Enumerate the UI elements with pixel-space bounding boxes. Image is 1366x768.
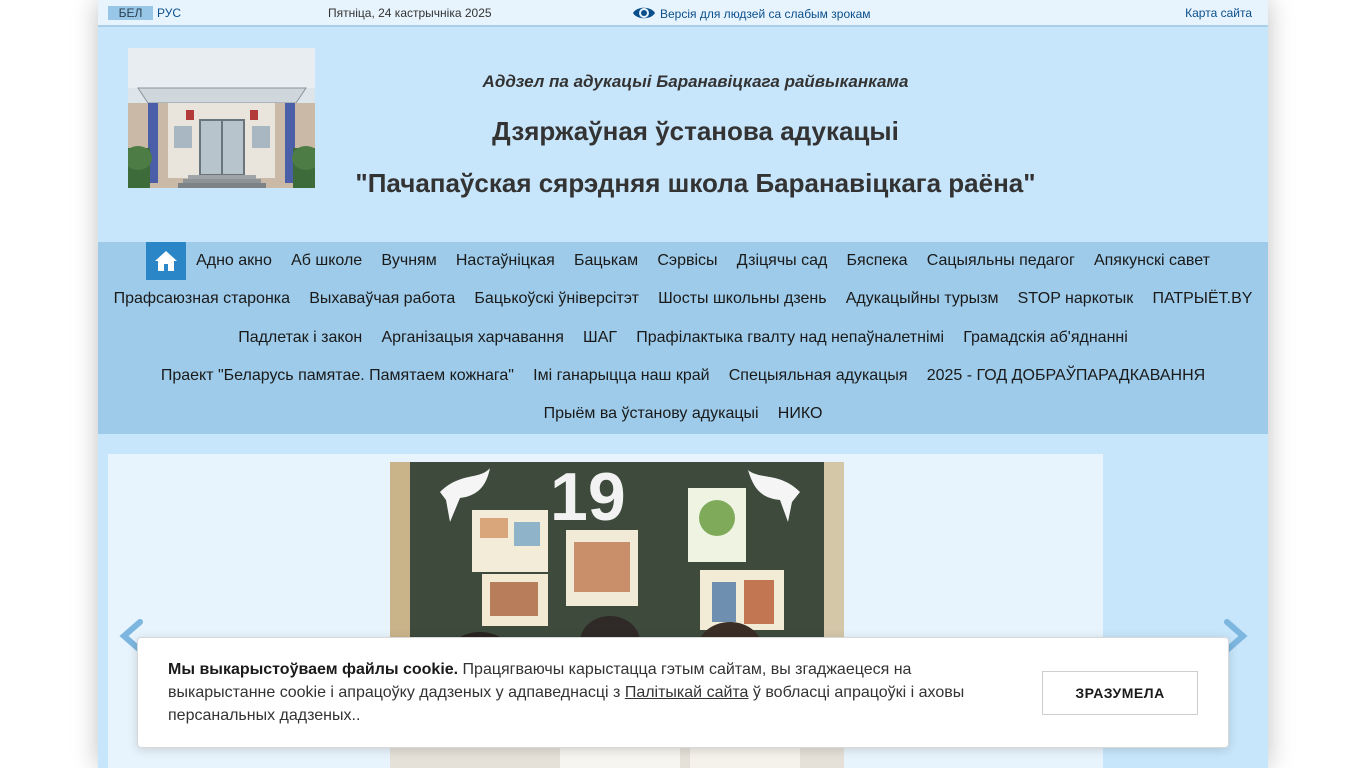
nav-item[interactable]: Сацыяльны педагог — [917, 242, 1084, 280]
home-icon — [155, 251, 178, 271]
nav-item[interactable]: STOP наркотык — [1008, 280, 1143, 318]
nav-item[interactable]: Спецыяльная адукацыя — [719, 357, 917, 395]
nav-item[interactable]: Сэрвісы — [648, 242, 727, 280]
site-header: Аддзел па адукацыі Баранавіцкага райвыка… — [98, 28, 1268, 242]
lang-rus-link[interactable]: РУС — [157, 6, 181, 20]
sitemap-link[interactable]: Карта сайта — [1185, 6, 1252, 20]
institution-type: Дзяржаўная ўстанова адукацыі — [492, 116, 899, 146]
nav-item[interactable]: Падлетак і закон — [229, 319, 372, 357]
nav-item[interactable]: Бацькам — [564, 242, 647, 280]
department-name: Аддзел па адукацыі Баранавіцкага райвыка… — [482, 72, 909, 91]
nav-item[interactable]: Бяспека — [837, 242, 917, 280]
nav-item[interactable]: ШАГ — [573, 319, 626, 357]
nav-item[interactable]: Адукацыйны турызм — [836, 280, 1008, 318]
lang-bel-button[interactable]: БЕЛ — [108, 6, 153, 20]
nav-item[interactable]: Прафілактыка гвалту над непаўналетнімі — [627, 319, 954, 357]
nav-item[interactable]: Аб школе — [282, 242, 372, 280]
nav-item[interactable]: Прафсаюзная старонка — [104, 280, 300, 318]
home-button[interactable] — [146, 242, 187, 280]
nav-item[interactable]: Праект "Беларусь памятае. Памятаем кожна… — [151, 357, 523, 395]
nav-row: Адно акно Аб школе Вучням Настаўніцкая Б… — [98, 242, 1268, 280]
cookie-banner: Мы выкарыстоўваем файлы cookie. Працягва… — [137, 637, 1229, 748]
eye-icon — [633, 7, 655, 19]
nav-item[interactable]: Прыём ва ўстанову адукацыі — [534, 395, 768, 433]
policy-link[interactable]: Палітыкай сайта — [625, 684, 749, 701]
nav-item[interactable]: Грамадскія аб'яднанні — [954, 319, 1138, 357]
nav-item[interactable]: Настаўніцкая — [446, 242, 564, 280]
nav-item[interactable]: Імі ганарыцца наш край — [524, 357, 720, 395]
nav-item[interactable]: Вучням — [372, 242, 447, 280]
main-navigation: Адно акно Аб школе Вучням Настаўніцкая Б… — [98, 242, 1268, 434]
low-vision-link[interactable]: Версія для людзей са слабым зрокам — [632, 2, 871, 24]
nav-row: Праект "Беларусь памятае. Памятаем кожна… — [98, 357, 1268, 395]
school-building-photo — [128, 48, 315, 188]
nav-item[interactable]: Дзіцячы сад — [727, 242, 837, 280]
nav-row: Прыём ва ўстанову адукацыі НИКО — [98, 395, 1268, 433]
low-vision-label: Версія для людзей са слабым зрокам — [660, 7, 871, 21]
board-number: 19 — [550, 462, 626, 535]
nav-item[interactable]: Арганізацыя харчавання — [372, 319, 574, 357]
nav-item[interactable]: Апякунскі савет — [1084, 242, 1219, 280]
top-bar: БЕЛ РУС Пятніца, 24 кастрычніка 2025 Вер… — [98, 0, 1268, 27]
nav-item[interactable]: Выхаваўчая работа — [300, 280, 465, 318]
cookie-title: Мы выкарыстоўваем файлы cookie. — [168, 661, 459, 678]
school-name: "Пачапаўская сярэдняя школа Баранавіцкаг… — [355, 168, 1036, 198]
header-titles: Аддзел па адукацыі Баранавіцкага райвыка… — [328, 28, 1063, 198]
nav-item[interactable]: НИКО — [768, 395, 832, 433]
nav-row: Прафсаюзная старонка Выхаваўчая работа Б… — [98, 280, 1268, 318]
nav-item[interactable]: Шосты школьны дзень — [649, 280, 837, 318]
nav-item[interactable]: Адно акно — [186, 242, 281, 280]
nav-row: Падлетак і закон Арганізацыя харчавання … — [98, 319, 1268, 357]
current-date: Пятніца, 24 кастрычніка 2025 — [328, 6, 492, 20]
cookie-message: Мы выкарыстоўваем файлы cookie. Працягва… — [168, 658, 1018, 727]
cookie-accept-button[interactable]: ЗРАЗУМЕЛА — [1042, 671, 1198, 715]
nav-item[interactable]: ПАТРЫЁТ.BY — [1143, 280, 1262, 318]
nav-item[interactable]: 2025 - ГОД ДОБРАЎПАРАДКАВАННЯ — [917, 357, 1215, 395]
nav-item[interactable]: Бацькоўскі ўніверсітэт — [465, 280, 649, 318]
